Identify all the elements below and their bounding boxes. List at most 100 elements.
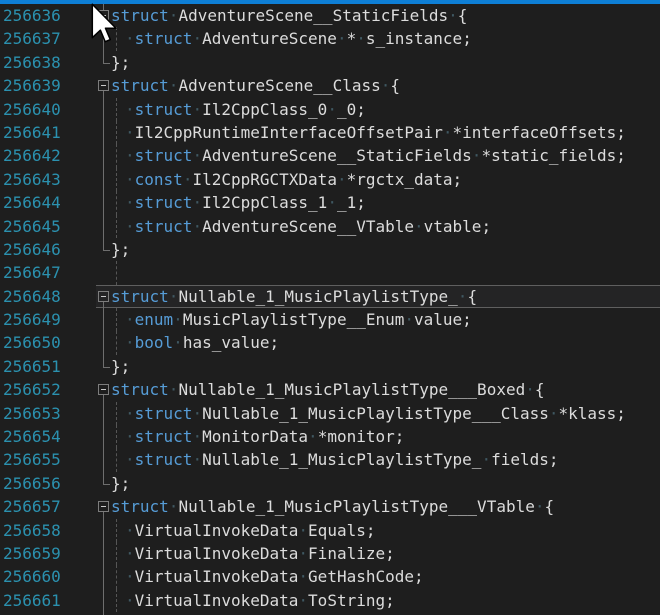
code-line[interactable]: 256657struct·Nullable_1_MusicPlaylistTyp… (0, 495, 660, 518)
code-text[interactable]: ·VirtualInvokeData·Equals; (111, 519, 660, 542)
code-text[interactable]: ·enum·MusicPlaylistType__Enum·value; (111, 308, 660, 331)
code-text[interactable]: struct·Nullable_1_MusicPlaylistType_·{ (111, 285, 660, 308)
code-text[interactable]: ·Il2CppRuntimeInterfaceOffsetPair·*inter… (111, 121, 660, 144)
whitespace-dot: · (125, 217, 135, 236)
code-token: { (467, 287, 477, 306)
code-line-body: ·struct·Il2CppClass_1·_1; (96, 191, 660, 214)
keyword-token: bool (135, 333, 174, 352)
whitespace-dot: · (169, 76, 179, 95)
code-line[interactable]: 256642·struct·AdventureScene__StaticFiel… (0, 144, 660, 167)
code-line[interactable]: 256643·const·Il2CppRGCTXData·*rgctx_data… (0, 168, 660, 191)
line-number: 256652 (0, 378, 96, 401)
code-line[interactable]: 256658·VirtualInvokeData·Equals; (0, 519, 660, 542)
indent-guide (116, 121, 117, 144)
whitespace-dot: · (169, 287, 179, 306)
code-text[interactable]: ·struct·MonitorData·*monitor; (111, 425, 660, 448)
whitespace-dot: · (337, 170, 347, 189)
code-text[interactable]: ·VirtualInvokeData·Finalize; (111, 542, 660, 565)
line-number: 256648 (0, 285, 96, 308)
whitespace-dot: · (125, 193, 135, 212)
whitespace-dot: · (448, 6, 458, 25)
code-token: MonitorData (202, 427, 308, 446)
code-text[interactable]: ·const·Il2CppRGCTXData·*rgctx_data; (111, 168, 660, 191)
code-text[interactable]: ·struct·AdventureScene__VTable·vtable; (111, 215, 660, 238)
code-line[interactable]: 256648 struct·Nullable_1_MusicPlaylistTyp… (0, 285, 660, 308)
line-number: 256650 (0, 331, 96, 354)
code-token: *static_fields; (481, 146, 626, 165)
code-text[interactable]: }; (111, 238, 660, 261)
code-line[interactable]: 256640·struct·Il2CppClass_0·_0; (0, 98, 660, 121)
fold-margin (96, 51, 111, 74)
code-line[interactable]: 256639 struct·AdventureScene__Class·{ (0, 74, 660, 97)
fold-margin (96, 472, 111, 495)
code-line[interactable]: 256638}; (0, 51, 660, 74)
fold-margin (96, 308, 111, 331)
whitespace-dot: · (125, 100, 135, 119)
code-text[interactable]: }; (111, 472, 660, 495)
code-line[interactable]: 256637·struct·AdventureScene·*·s_instanc… (0, 27, 660, 50)
code-line[interactable]: 256641·Il2CppRuntimeInterfaceOffsetPair·… (0, 121, 660, 144)
line-number: 256639 (0, 74, 96, 97)
code-line[interactable]: 256646}; (0, 238, 660, 261)
whitespace-dot: · (125, 333, 135, 352)
code-line[interactable]: 256651}; (0, 355, 660, 378)
code-text[interactable]: ·VirtualInvokeData·ToString; (111, 589, 660, 612)
fold-collapse-icon[interactable] (98, 501, 109, 512)
whitespace-dot: · (125, 170, 135, 189)
code-line[interactable]: 256644 ·struct·Il2CppClass_1·_1; (0, 191, 660, 214)
code-text[interactable] (111, 261, 660, 284)
fold-collapse-icon[interactable] (98, 10, 109, 21)
code-line[interactable]: 256652 struct·Nullable_1_MusicPlaylistTyp… (0, 378, 660, 401)
code-text[interactable]: ·bool·has_value; (111, 331, 660, 354)
code-text[interactable]: }; (111, 51, 660, 74)
line-number: 256644 (0, 191, 96, 214)
code-token: }; (111, 474, 130, 493)
fold-rail (103, 425, 104, 448)
code-line[interactable]: 256649·enum·MusicPlaylistType__Enum·valu… (0, 308, 660, 331)
code-line[interactable]: 256647 (0, 261, 660, 284)
fold-margin (96, 261, 111, 284)
code-text[interactable]: struct·Nullable_1_MusicPlaylistType___VT… (111, 495, 660, 518)
code-line[interactable]: 256645·struct·AdventureScene__VTable·vta… (0, 215, 660, 238)
fold-margin (96, 168, 111, 191)
code-line[interactable]: 256656}; (0, 472, 660, 495)
whitespace-dot: · (192, 193, 202, 212)
code-text[interactable]: ·struct·Nullable_1_MusicPlaylistType___C… (111, 402, 660, 425)
code-line-body: ·VirtualInvokeData·Equals; (96, 519, 660, 542)
indent-guide (116, 191, 117, 214)
code-text[interactable]: struct·AdventureScene__StaticFields·{ (111, 4, 660, 27)
whitespace-dot: · (458, 287, 468, 306)
whitespace-dot: · (414, 217, 424, 236)
line-number: 256661 (0, 589, 96, 612)
code-text[interactable]: ·VirtualInvokeData·GetHashCode; (111, 565, 660, 588)
code-line[interactable]: 256660·VirtualInvokeData·GetHashCode; (0, 565, 660, 588)
code-line[interactable]: 256653·struct·Nullable_1_MusicPlaylistTy… (0, 402, 660, 425)
fold-collapse-icon[interactable] (98, 80, 109, 91)
keyword-token: struct (135, 404, 193, 423)
code-text[interactable]: ·struct·AdventureScene__StaticFields·*st… (111, 144, 660, 167)
fold-rail (103, 565, 104, 588)
code-text[interactable]: ·struct·Nullable_1_MusicPlaylistType_·fi… (111, 448, 660, 471)
fold-collapse-icon[interactable] (98, 291, 109, 302)
fold-margin (96, 425, 111, 448)
code-text[interactable]: ·struct·AdventureScene·*·s_instance; (111, 27, 660, 50)
code-text[interactable]: ·struct·Il2CppClass_0·_0; (111, 98, 660, 121)
whitespace-dot: · (192, 29, 202, 48)
code-text[interactable]: struct·AdventureScene__Class·{ (111, 74, 660, 97)
code-text[interactable]: }; (111, 355, 660, 378)
code-token: * (347, 29, 357, 48)
code-line[interactable]: 256636struct·AdventureScene__StaticField… (0, 4, 660, 27)
whitespace-dot: · (169, 6, 179, 25)
fold-margin (96, 378, 111, 401)
code-line[interactable]: 256661 ·VirtualInvokeData·ToString; (0, 589, 660, 612)
code-line[interactable]: 256650 ·bool·has_value; (0, 331, 660, 354)
code-text[interactable]: struct·Nullable_1_MusicPlaylistType___Bo… (111, 378, 660, 401)
fold-collapse-icon[interactable] (98, 384, 109, 395)
code-line[interactable]: 256655·struct·Nullable_1_MusicPlaylistTy… (0, 448, 660, 471)
keyword-token: struct (111, 6, 169, 25)
whitespace-dot: · (192, 146, 202, 165)
code-text[interactable]: ·struct·Il2CppClass_1·_1; (111, 191, 660, 214)
code-token: AdventureScene__StaticFields (202, 146, 472, 165)
code-line[interactable]: 256659·VirtualInvokeData·Finalize; (0, 542, 660, 565)
code-line[interactable]: 256654·struct·MonitorData·*monitor; (0, 425, 660, 448)
